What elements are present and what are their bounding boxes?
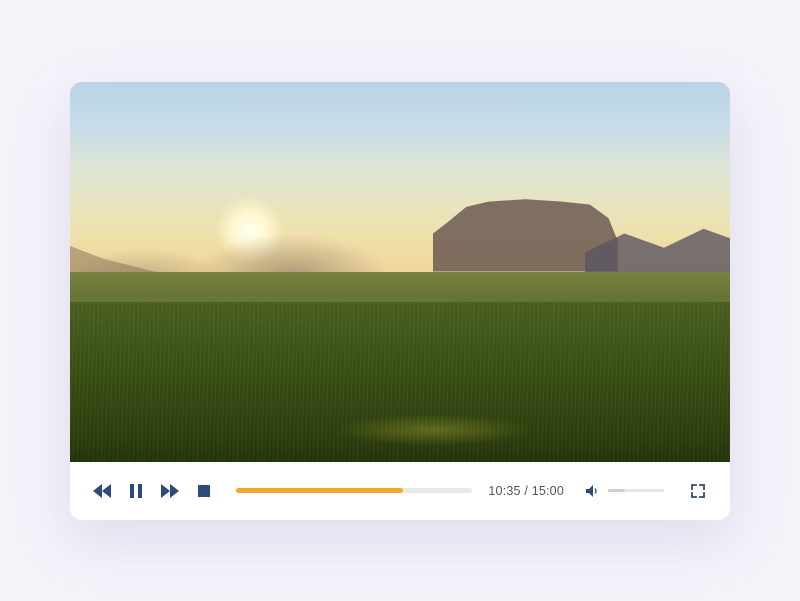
time-display: 10:35 / 15:00 (488, 484, 564, 498)
fast-forward-button[interactable] (160, 481, 180, 501)
video-player: 10:35 / 15:00 (70, 82, 730, 520)
volume-icon (586, 485, 600, 497)
stop-icon (198, 485, 210, 497)
fullscreen-button[interactable] (688, 481, 708, 501)
volume-fill (608, 489, 625, 492)
progress-group: 10:35 / 15:00 (236, 484, 564, 498)
fast-forward-icon (161, 484, 179, 498)
rewind-icon (93, 484, 111, 498)
pause-button[interactable] (126, 481, 146, 501)
video-viewport[interactable] (70, 82, 730, 462)
stop-button[interactable] (194, 481, 214, 501)
volume-slider[interactable] (608, 489, 664, 492)
volume-group (586, 484, 664, 498)
rewind-button[interactable] (92, 481, 112, 501)
fullscreen-icon (691, 484, 705, 498)
progress-bar[interactable] (236, 488, 472, 493)
player-controls: 10:35 / 15:00 (70, 462, 730, 520)
volume-button[interactable] (586, 484, 600, 498)
pause-icon (130, 484, 142, 498)
progress-fill (236, 488, 403, 493)
